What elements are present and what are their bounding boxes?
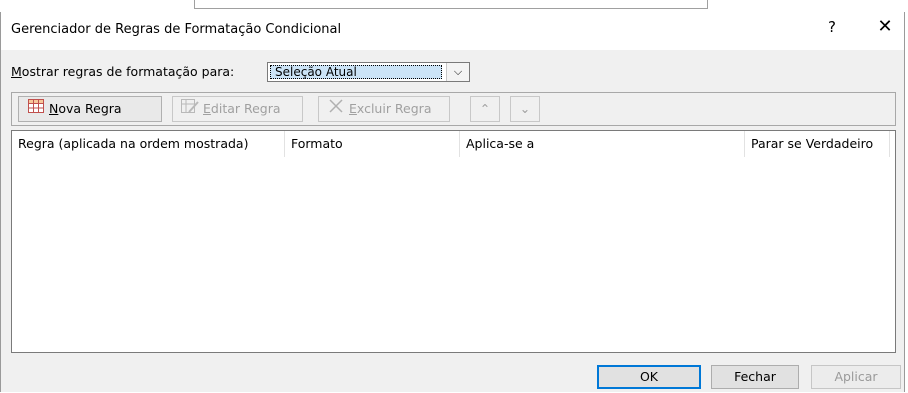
rules-list[interactable]: Regra (aplicada na ordem mostrada) Forma… (11, 130, 896, 353)
chevron-down-icon: ⌄ (519, 101, 531, 116)
grid-icon (27, 97, 45, 121)
column-header-rule[interactable]: Regra (aplicada na ordem mostrada) (12, 131, 285, 157)
ok-button[interactable]: OK (597, 365, 701, 389)
help-button[interactable]: ? (821, 18, 843, 36)
edit-grid-icon (181, 97, 199, 121)
conditional-formatting-dialog: Gerenciador de Regras de Formatação Cond… (0, 12, 905, 392)
close-button[interactable]: Fechar (711, 365, 799, 389)
column-header-format[interactable]: Formato (285, 131, 460, 157)
close-icon[interactable]: ✕ (873, 16, 897, 37)
move-up-button[interactable]: ⌃ (470, 96, 500, 122)
rules-toolbar: Nova Regra Editar Regra Excluir Regra ⌃ … (11, 92, 896, 126)
chevron-down-icon[interactable]: ⌵ (446, 63, 469, 81)
dialog-title: Gerenciador de Regras de Formatação Cond… (11, 22, 342, 37)
apply-button[interactable]: Aplicar (811, 365, 901, 389)
column-header-applies-to[interactable]: Aplica-se a (460, 131, 745, 157)
background-window-strip (0, 0, 908, 12)
delete-rule-button[interactable]: Excluir Regra (318, 96, 450, 122)
title-bar: Gerenciador de Regras de Formatação Cond… (1, 12, 904, 50)
show-rules-label: Mostrar regras de formatação para: (11, 64, 235, 79)
edit-rule-button[interactable]: Editar Regra (172, 96, 303, 122)
new-rule-button[interactable]: Nova Regra (18, 96, 162, 122)
column-header-stop-if-true[interactable]: Parar se Verdadeiro (745, 131, 890, 157)
show-rules-for-select[interactable]: Seleção Atual ⌵ (267, 62, 470, 82)
x-icon (327, 97, 345, 121)
move-down-button[interactable]: ⌄ (510, 96, 540, 122)
background-input-box (194, 0, 708, 9)
selected-scope: Seleção Atual (270, 65, 442, 79)
chevron-up-icon: ⌃ (479, 101, 491, 116)
